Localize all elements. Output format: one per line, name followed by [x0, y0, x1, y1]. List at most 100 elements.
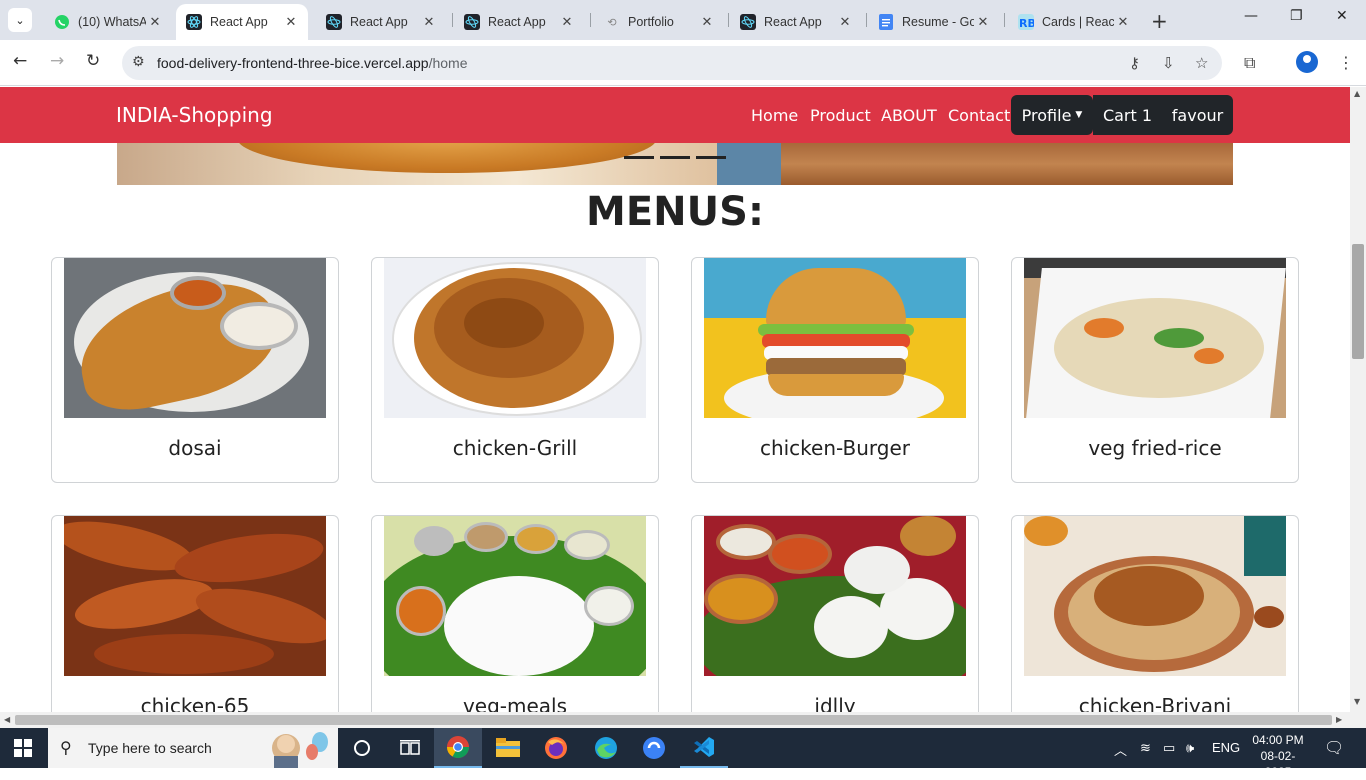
chrome-taskbar-icon[interactable]: [434, 728, 482, 768]
horizontal-scroll-thumb[interactable]: [15, 715, 1332, 725]
taskbar-search[interactable]: ⚲ Type here to search: [48, 728, 338, 768]
tab-title: React App: [488, 15, 546, 29]
react-icon: [326, 14, 342, 30]
reload-button[interactable]: ↻: [86, 51, 100, 71]
tab-search-button[interactable]: ⌄: [8, 8, 32, 32]
close-icon[interactable]: ✕: [698, 14, 716, 30]
tab-whatsapp[interactable]: (10) WhatsAp ✕: [44, 4, 172, 40]
install-app-icon[interactable]: ⇩: [1162, 54, 1175, 72]
close-icon[interactable]: ✕: [974, 14, 992, 30]
site-brand[interactable]: INDIA-Shopping: [116, 103, 273, 127]
menu-card-veg-meals[interactable]: veg-meals: [371, 515, 659, 712]
favour-button[interactable]: favour: [1162, 95, 1233, 135]
hero-carousel: [117, 143, 1233, 185]
search-highlight-illustration: [266, 730, 334, 768]
close-icon[interactable]: ✕: [420, 14, 438, 30]
loading-icon: ⟲: [607, 16, 617, 29]
notifications-icon[interactable]: 🗨: [1324, 738, 1344, 758]
nav-link-about[interactable]: ABOUT: [881, 106, 937, 125]
tab-separator: [452, 13, 453, 27]
edge-beta-icon[interactable]: [630, 728, 678, 768]
nav-link-home[interactable]: Home: [751, 106, 798, 125]
chicken-burger-image: [704, 258, 966, 418]
search-placeholder: Type here to search: [88, 740, 212, 756]
close-icon[interactable]: ✕: [1114, 14, 1132, 30]
battery-icon[interactable]: ▭: [1163, 740, 1175, 756]
nav-link-contact[interactable]: Contact: [948, 106, 1010, 125]
tab-resume-docs[interactable]: Resume - Go ✕: [868, 4, 1000, 40]
browser-menu-icon[interactable]: ⋮: [1338, 53, 1354, 72]
menu-card-idlly[interactable]: idlly: [691, 515, 979, 712]
address-bar[interactable]: ⚙ food-delivery-frontend-three-bice.verc…: [122, 46, 1222, 80]
close-icon[interactable]: ✕: [836, 14, 854, 30]
scroll-down-icon[interactable]: ▼: [1354, 697, 1360, 706]
tab-react-app[interactable]: React App ✕: [730, 4, 862, 40]
file-explorer-icon[interactable]: [484, 728, 532, 768]
menu-card-title: veg fried-rice: [1088, 436, 1222, 460]
edge-icon[interactable]: [582, 728, 630, 768]
vertical-scrollbar[interactable]: ▲ ▼: [1350, 87, 1366, 712]
veg-meals-image: [384, 516, 646, 676]
show-hidden-icons-icon[interactable]: ︿: [1114, 740, 1127, 759]
site-info-icon[interactable]: ⚙: [132, 54, 145, 70]
scroll-up-icon[interactable]: ▲: [1354, 89, 1360, 98]
close-icon[interactable]: ✕: [558, 14, 576, 30]
tab-portfolio[interactable]: ⟲ Portfolio ✕: [594, 4, 724, 40]
tab-separator: [1004, 13, 1005, 27]
cortana-icon[interactable]: [338, 728, 386, 768]
react-icon: [464, 14, 480, 30]
task-view-icon[interactable]: [386, 728, 434, 768]
menu-card-dosai[interactable]: dosai: [51, 257, 339, 483]
carousel-image-wood: [781, 143, 1233, 185]
vscode-icon[interactable]: [680, 728, 728, 768]
vertical-scroll-thumb[interactable]: [1352, 244, 1364, 359]
menu-card-chicken-burger[interactable]: chicken-Burger: [691, 257, 979, 483]
nav-link-product[interactable]: Product: [810, 106, 871, 125]
menu-card-title: dosai: [168, 436, 222, 460]
search-icon: ⚲: [60, 738, 72, 757]
tab-react-app-active[interactable]: React App ✕: [176, 4, 308, 40]
menu-card-chicken-65[interactable]: chicken-65: [51, 515, 339, 712]
volume-icon[interactable]: 🕪: [1186, 740, 1194, 756]
tab-strip: ⌄ (10) WhatsAp ✕ React App ✕ React App ✕…: [0, 0, 1366, 40]
horizontal-scrollbar[interactable]: ◀ ▶: [0, 712, 1366, 728]
tab-react-app[interactable]: React App ✕: [316, 4, 446, 40]
chicken-briyani-image: [1024, 516, 1286, 676]
system-clock[interactable]: 04:00 PM 08-02-2025: [1250, 732, 1306, 780]
cart-button[interactable]: Cart 1: [1093, 95, 1162, 135]
bookmark-star-icon[interactable]: ☆: [1195, 54, 1208, 72]
menu-card-title: chicken-65: [140, 694, 250, 712]
new-tab-button[interactable]: +: [1151, 9, 1168, 33]
chicken-grill-image: [384, 258, 646, 418]
extensions-icon[interactable]: ⧉: [1244, 53, 1255, 73]
menu-card-veg-fried-rice[interactable]: veg fried-rice: [1011, 257, 1299, 483]
tab-title: React App: [350, 15, 408, 29]
scroll-left-icon[interactable]: ◀: [4, 715, 10, 724]
password-key-icon[interactable]: ⚷: [1129, 54, 1140, 72]
url-text[interactable]: food-delivery-frontend-three-bice.vercel…: [157, 55, 468, 71]
tab-react-app[interactable]: React App ✕: [454, 4, 584, 40]
tab-cards[interactable]: RB Cards | Reac ✕: [1008, 4, 1140, 40]
menu-card-title: veg-meals: [462, 694, 568, 712]
url-host: food-delivery-frontend-three-bice.vercel…: [157, 55, 429, 71]
forward-button[interactable]: →: [50, 51, 64, 71]
close-icon[interactable]: ✕: [282, 14, 300, 30]
restore-button[interactable]: ❐: [1290, 8, 1303, 24]
menu-card-chicken-briyani[interactable]: chicken-Briyani: [1011, 515, 1299, 712]
back-button[interactable]: ←: [13, 51, 27, 71]
carousel-indicator[interactable]: [660, 156, 690, 159]
firefox-icon[interactable]: [532, 728, 580, 768]
carousel-cloth: [717, 143, 781, 185]
windows-start-icon[interactable]: [14, 739, 32, 757]
minimize-button[interactable]: —: [1244, 8, 1258, 24]
carousel-indicator-active[interactable]: [696, 156, 726, 159]
network-icon[interactable]: ≋: [1140, 740, 1151, 756]
close-icon[interactable]: ✕: [146, 14, 164, 30]
menu-card-chicken-grill[interactable]: chicken-Grill: [371, 257, 659, 483]
profile-avatar-icon[interactable]: [1296, 51, 1318, 73]
carousel-indicator[interactable]: [624, 156, 654, 159]
close-window-button[interactable]: ✕: [1336, 8, 1348, 24]
input-language[interactable]: ENG: [1212, 740, 1240, 755]
scroll-right-icon[interactable]: ▶: [1336, 715, 1342, 724]
profile-dropdown-button[interactable]: Profile ▼: [1011, 95, 1093, 135]
